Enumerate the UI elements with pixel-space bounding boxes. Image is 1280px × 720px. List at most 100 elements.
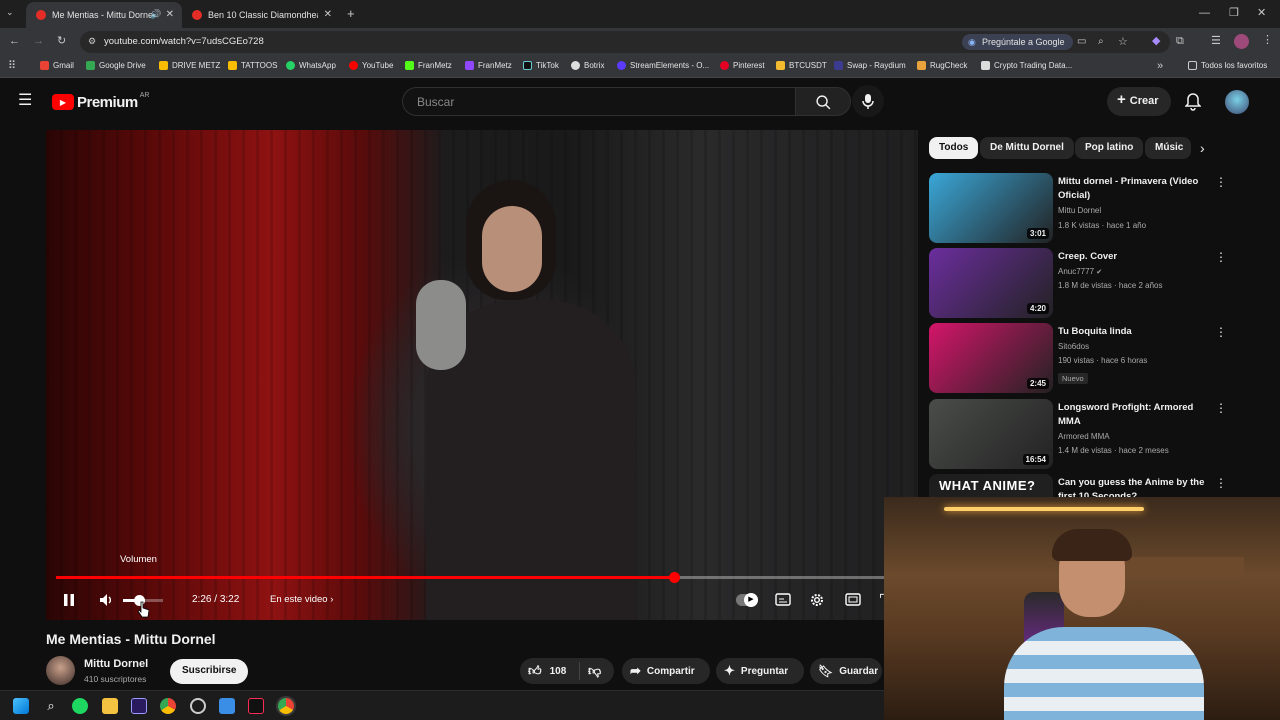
taskbar-search-icon[interactable]: ⌕	[43, 698, 59, 714]
chip-music[interactable]: Músic	[1145, 137, 1191, 159]
extension-icon[interactable]: ◆	[1152, 36, 1160, 47]
video-player[interactable]	[46, 130, 918, 620]
bookmarks-bar: ⠿ Gmail Google Drive DRIVE METZ TATTOOS …	[0, 56, 1280, 78]
recommendation-item[interactable]: 4:20 Creep. Cover Anuc7777 ✔ 1.8 M de vi…	[929, 248, 1229, 320]
more-actions-icon[interactable]: ⋮	[1215, 175, 1227, 189]
autoplay-toggle[interactable]: ▶	[736, 593, 758, 607]
more-actions-icon[interactable]: ⋮	[1215, 401, 1227, 415]
tab-me-mentias[interactable]: Me Mentias - Mittu Dornel 🔊 ✕	[26, 2, 182, 28]
more-bookmarks-icon[interactable]: »	[1157, 61, 1163, 72]
voice-search-button[interactable]	[852, 85, 884, 117]
tab-ben10[interactable]: Ben 10 Classic Diamondhead Tr ✕	[182, 2, 340, 28]
ask-button[interactable]: ✦ Preguntar	[716, 658, 804, 684]
progress-bar[interactable]	[56, 572, 884, 583]
extensions-puzzle-icon[interactable]: ⧉	[1176, 36, 1184, 47]
all-bookmarks[interactable]: Todos los favoritos	[1188, 61, 1267, 70]
premiere-icon[interactable]	[131, 698, 147, 714]
search-button[interactable]	[795, 87, 851, 116]
bookmark-franmetz-2[interactable]: FranMetz	[465, 61, 512, 70]
chips-next-chevron-icon[interactable]: ›	[1200, 140, 1205, 156]
progress-scrubber[interactable]	[668, 572, 680, 583]
bookmark-tattoos[interactable]: TATTOOS	[228, 61, 277, 70]
recommendation-item[interactable]: 16:54 Longsword Profight: Armored MMA Ar…	[929, 399, 1229, 471]
recommendation-thumbnail[interactable]: 16:54	[929, 399, 1053, 469]
recommendation-thumbnail[interactable]: WHAT ANIME?	[929, 474, 1053, 498]
tiktok-live-icon[interactable]	[248, 698, 264, 714]
recommendation-item[interactable]: 2:45 Tu Boquita linda Sito6dos 190 vista…	[929, 323, 1229, 395]
profile-avatar[interactable]	[1234, 34, 1249, 49]
reload-icon[interactable]: ↻	[57, 36, 66, 47]
recommendation-thumbnail[interactable]: 2:45	[929, 323, 1053, 393]
zoom-icon[interactable]: ⌕	[1098, 36, 1104, 47]
new-tab-icon[interactable]: +	[347, 7, 355, 20]
bookmark-google-drive[interactable]: Google Drive	[86, 61, 146, 70]
subtitles-icon[interactable]	[775, 593, 791, 606]
bookmark-streamelements[interactable]: StreamElements - O...	[617, 61, 709, 70]
site-info-icon[interactable]: ⚙	[88, 36, 96, 47]
recommendation-item[interactable]: WHAT ANIME? Can you guess the Anime by t…	[929, 474, 1229, 498]
ask-google-button[interactable]: Pregúntale a Google	[962, 34, 1073, 50]
chip-pop-latino[interactable]: Pop latino	[1075, 137, 1144, 159]
chrome-active-icon[interactable]	[278, 698, 294, 714]
apps-grid-icon[interactable]: ⠿	[8, 61, 16, 72]
menu-hamburger-icon[interactable]: ☰	[18, 93, 32, 109]
restore-icon[interactable]: ❐	[1229, 8, 1239, 19]
omnibox[interactable]: ⚙ youtube.com/watch?v=7udsCGEo728 Pregún…	[80, 31, 1170, 53]
search-input[interactable]: Buscar	[402, 87, 796, 116]
bookmark-gmail[interactable]: Gmail	[40, 61, 74, 70]
recommendation-thumbnail[interactable]: 4:20	[929, 248, 1053, 318]
back-icon[interactable]: ←	[9, 36, 20, 47]
subscribe-button[interactable]: Suscribirse	[170, 659, 249, 684]
channel-avatar[interactable]	[46, 656, 75, 685]
volume-icon[interactable]	[98, 592, 114, 608]
create-button[interactable]: + Crear	[1107, 87, 1171, 116]
bookmark-rugcheck[interactable]: RugCheck	[917, 61, 967, 70]
chrome-icon[interactable]	[160, 698, 176, 714]
bookmark-botrix[interactable]: Botrix	[571, 61, 604, 70]
file-explorer-icon[interactable]	[102, 698, 118, 714]
obs-icon[interactable]	[190, 698, 206, 714]
minimize-icon[interactable]: —	[1199, 8, 1210, 19]
notifications-bell-icon[interactable]	[1185, 93, 1201, 111]
bookmark-tiktok[interactable]: TikTok	[523, 61, 559, 70]
bookmark-franmetz-1[interactable]: FranMetz	[405, 61, 452, 70]
bookmark-raydium[interactable]: Swap - Raydium	[834, 61, 906, 70]
more-actions-icon[interactable]: ⋮	[1215, 250, 1227, 264]
bookmark-btcusdt[interactable]: BTCUSDT	[776, 61, 827, 70]
spotify-icon[interactable]	[72, 698, 88, 714]
share-button[interactable]: ➦ Compartir	[622, 658, 710, 684]
tab-search-chevron-icon[interactable]: ⌄	[6, 8, 14, 17]
windows-start-icon[interactable]	[13, 698, 29, 714]
chip-from-channel[interactable]: De Mittu Dornel	[980, 137, 1074, 159]
bookmark-pinterest[interactable]: Pinterest	[720, 61, 765, 70]
chapters-button[interactable]: En este video ›	[270, 594, 333, 605]
account-avatar[interactable]	[1225, 90, 1249, 114]
chip-all[interactable]: Todos	[929, 137, 979, 159]
bookmark-crypto-trading[interactable]: Crypto Trading Data...	[981, 61, 1072, 70]
cast-icon[interactable]: ▭	[1077, 36, 1086, 47]
more-actions-icon[interactable]: ⋮	[1215, 325, 1227, 339]
forward-icon[interactable]: →	[33, 36, 44, 47]
theater-mode-icon[interactable]	[845, 593, 861, 606]
menu-dots-icon[interactable]: ⋮	[1262, 35, 1273, 46]
app-icon[interactable]	[219, 698, 235, 714]
bookmark-star-icon[interactable]: ☆	[1118, 35, 1128, 48]
save-button[interactable]: 🔖︎ Guardar	[810, 658, 882, 684]
youtube-logo[interactable]: ▶ Premium AR	[52, 92, 149, 112]
dislike-button[interactable]: 👎︎	[588, 663, 601, 679]
close-window-icon[interactable]: ✕	[1257, 8, 1266, 19]
recommendation-item[interactable]: 3:01 Mittu dornel - Primavera (Video Ofi…	[929, 173, 1229, 245]
bookmark-whatsapp[interactable]: WhatsApp	[286, 61, 336, 70]
tab-audio-icon[interactable]: 🔊	[150, 9, 161, 20]
channel-name[interactable]: Mittu Dornel	[84, 658, 148, 670]
pause-icon[interactable]	[62, 593, 76, 607]
like-button[interactable]: 👍︎ 108	[520, 662, 580, 680]
bookmark-drive-metz[interactable]: DRIVE METZ	[159, 61, 220, 70]
tab-close-icon[interactable]: ✕	[324, 9, 332, 20]
tab-close-icon[interactable]: ✕	[166, 9, 174, 20]
more-actions-icon[interactable]: ⋮	[1215, 476, 1227, 490]
side-panel-icon[interactable]: ☰	[1211, 36, 1221, 47]
settings-gear-icon[interactable]	[809, 592, 825, 608]
bookmark-youtube[interactable]: YouTube	[349, 61, 393, 70]
recommendation-thumbnail[interactable]: 3:01	[929, 173, 1053, 243]
